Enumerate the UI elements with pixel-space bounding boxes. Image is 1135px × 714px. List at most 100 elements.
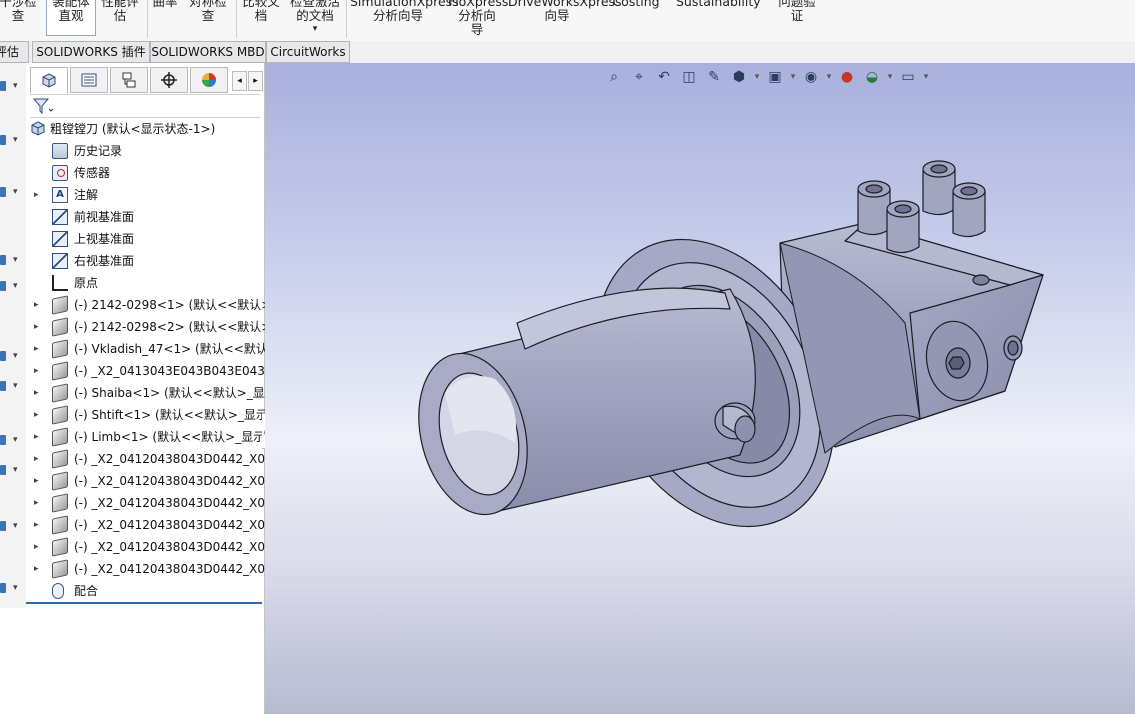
expand-arrow-icon[interactable]: ▸ <box>34 470 42 492</box>
tab-evaluate[interactable]: 评估 <box>0 41 29 63</box>
part-icon <box>52 537 68 557</box>
tab-circuitworks[interactable]: CircuitWorks <box>266 41 350 63</box>
interference-check-button[interactable]: 干涉检查 <box>0 0 44 23</box>
command-manager-tabs: 评估 SOLIDWORKS 插件 SOLIDWORKS MBD CircuitW… <box>0 41 1135 64</box>
origin-icon <box>52 275 68 291</box>
tree-item[interactable]: 前视基准面 <box>30 206 262 228</box>
symmetry-check-button[interactable]: 对称检查 <box>184 0 232 23</box>
tree-item-label: 原点 <box>74 276 99 290</box>
tree-item[interactable]: 历史记录 <box>30 140 262 162</box>
expand-arrow-icon[interactable]: ▸ <box>34 558 42 580</box>
dimxpert-manager-tab[interactable] <box>150 67 188 93</box>
expand-arrow-icon[interactable]: ▸ <box>34 426 42 448</box>
tree-item[interactable]: ▸ (-) _X2_04120438043D0442_X0_ <box>30 558 271 580</box>
tree-item-label: (-) _X2_0413043E043B043E04320 <box>74 364 281 378</box>
sustainability-button[interactable]: Sustainability <box>676 0 761 9</box>
toolbar-item[interactable] <box>0 185 24 199</box>
curvature-button[interactable]: 曲率 <box>148 0 182 9</box>
expand-arrow-icon[interactable]: ▸ <box>34 382 42 404</box>
tree-item[interactable]: ▸ (-) Vkladish_47<1> (默认<<默认: <box>30 338 272 360</box>
annotation-icon: A <box>52 187 68 203</box>
expand-arrow-icon[interactable]: ▸ <box>34 294 42 316</box>
part-icon <box>52 559 68 579</box>
tree-item[interactable]: ▸ A 注解 <box>30 184 262 206</box>
property-manager-tab[interactable] <box>70 67 108 93</box>
tree-item[interactable]: ▸ (-) _X2_04120438043D0442_X0_ <box>30 536 271 558</box>
tree-item[interactable]: ▸ (-) _X2_04120438043D0442_X0_ <box>30 514 271 536</box>
expand-arrow-icon[interactable]: ▸ <box>34 184 42 206</box>
appearance-ball-icon <box>202 73 216 87</box>
check-active-document-dropdown[interactable]: ▾ <box>308 22 322 36</box>
tree-item[interactable]: 原点 <box>30 272 262 294</box>
assembly-visualization-button[interactable]: 装配体 直观 <box>46 0 96 36</box>
property-list-icon <box>81 73 97 87</box>
expand-arrow-icon[interactable]: ▸ <box>34 316 42 338</box>
configuration-manager-tab[interactable] <box>110 67 148 93</box>
toolbar-item[interactable] <box>0 463 24 477</box>
expand-arrow-icon[interactable]: ▸ <box>34 448 42 470</box>
tree-item-label: (-) Limb<1> (默认<<默认>_显示状 <box>74 430 278 444</box>
history-folder-icon <box>52 143 68 159</box>
toolbar-item[interactable] <box>0 349 24 363</box>
graphics-viewport[interactable]: ⌕ ⌖ ↶ ◫ ✎ ⬢ ▾ ▣ ▾ ◉ ▾ ● ◒ ▾ ▭ ▾ <box>265 63 1135 714</box>
tree-item[interactable]: 配合 <box>30 580 262 602</box>
display-manager-tab[interactable] <box>190 67 228 93</box>
feature-manager-tab[interactable] <box>30 67 68 93</box>
toolbar-item[interactable] <box>0 379 24 393</box>
tree-item[interactable]: 传感器 <box>30 162 262 184</box>
expand-arrow-icon[interactable]: ▸ <box>34 492 42 514</box>
part-icon <box>52 317 68 337</box>
expand-arrow-icon[interactable]: ▸ <box>34 404 42 426</box>
plane-icon <box>52 253 68 269</box>
expand-arrow-icon[interactable]: ▸ <box>34 360 42 382</box>
panel-scroll-left-button[interactable]: ◂ <box>232 71 247 91</box>
tree-item[interactable]: ▸ (-) _X2_0413043E043B043E04320 <box>30 360 280 382</box>
assembly-icon <box>31 121 45 136</box>
tree-item[interactable]: ▸ (-) Shaiba<1> (默认<<默认>_显示 <box>30 382 277 404</box>
tree-item[interactable]: ▸ (-) _X2_04120438043D0442_X0_ <box>30 492 271 514</box>
tree-item[interactable]: ▸ (-) _X2_04120438043D0442_X0_ <box>30 448 271 470</box>
toolbar-item[interactable] <box>0 279 24 293</box>
compare-documents-button[interactable]: 比较文档 <box>237 0 285 23</box>
driveworksxpress-button[interactable]: DriveWorksXpress 向导 <box>508 0 622 23</box>
filter-icon[interactable] <box>32 97 54 115</box>
tree-item[interactable]: 右视基准面 <box>30 250 262 272</box>
tree-item[interactable]: ▸ (-) _X2_04120438043D0442_X0_ <box>30 470 271 492</box>
part-icon <box>52 383 68 403</box>
plane-icon <box>52 209 68 225</box>
expand-arrow-icon[interactable]: ▸ <box>34 536 42 558</box>
toolbar-item[interactable] <box>0 253 24 267</box>
tab-solidworks-mbd[interactable]: SOLIDWORKS MBD <box>150 41 266 63</box>
tree-item[interactable]: ▸ (-) 2142-0298<2> (默认<<默认>_ <box>30 316 277 338</box>
boring-tool-model[interactable] <box>265 63 1135 714</box>
floxpress-button[interactable]: FloXpress 分析向导 <box>448 0 508 37</box>
part-icon <box>52 493 68 513</box>
tab-solidworks-addins[interactable]: SOLIDWORKS 插件 <box>32 41 150 63</box>
performance-evaluation-button[interactable]: 性能评估 <box>96 0 144 23</box>
simulationxpress-button[interactable]: SimulationXpress 分析向导 <box>350 0 459 23</box>
tree-item-label: (-) _X2_04120438043D0442_X0_ <box>74 474 271 488</box>
tree-item-label: (-) _X2_04120438043D0442_X0_ <box>74 518 271 532</box>
part-icon <box>52 515 68 535</box>
panel-scroll-right-button[interactable]: ▸ <box>248 71 263 91</box>
toolbar-item[interactable] <box>0 79 24 93</box>
expand-arrow-icon[interactable]: ▸ <box>34 514 42 536</box>
toolbar-item[interactable] <box>0 133 24 147</box>
toolbar-item[interactable] <box>0 433 24 447</box>
feature-manager-panel: ◂ ▸ 粗镗镗刀 (默认<显示状态-1>) 历史记录 传感器 ▸ A 注解 前视基准面 上视… <box>26 63 280 714</box>
tree-item-label: 传感器 <box>74 166 111 180</box>
crosshair-icon <box>161 72 177 88</box>
expand-arrow-icon[interactable]: ▸ <box>34 338 42 360</box>
tree-item[interactable]: 上视基准面 <box>30 228 262 250</box>
toolbar-item[interactable] <box>0 581 24 595</box>
design-checker-button[interactable]: 问题验证 <box>772 0 822 23</box>
tree-root-assembly[interactable]: 粗镗镗刀 (默认<显示状态-1>) <box>30 118 262 140</box>
toolbar-item[interactable] <box>0 519 24 533</box>
tree-item[interactable]: ▸ (-) Limb<1> (默认<<默认>_显示状 <box>30 426 277 448</box>
tree-item[interactable]: ▸ (-) Shtift<1> (默认<<默认>_显示状 <box>30 404 280 426</box>
tree-item[interactable]: ▸ (-) 2142-0298<1> (默认<<默认>_ <box>30 294 277 316</box>
tree-item-label: (-) _X2_04120438043D0442_X0_ <box>74 496 271 510</box>
check-active-document-button[interactable]: 检查激活 的文档 <box>286 0 344 23</box>
costing-button[interactable]: Costing <box>610 0 662 9</box>
tree-item-label: (-) _X2_04120438043D0442_X0_ <box>74 452 271 466</box>
